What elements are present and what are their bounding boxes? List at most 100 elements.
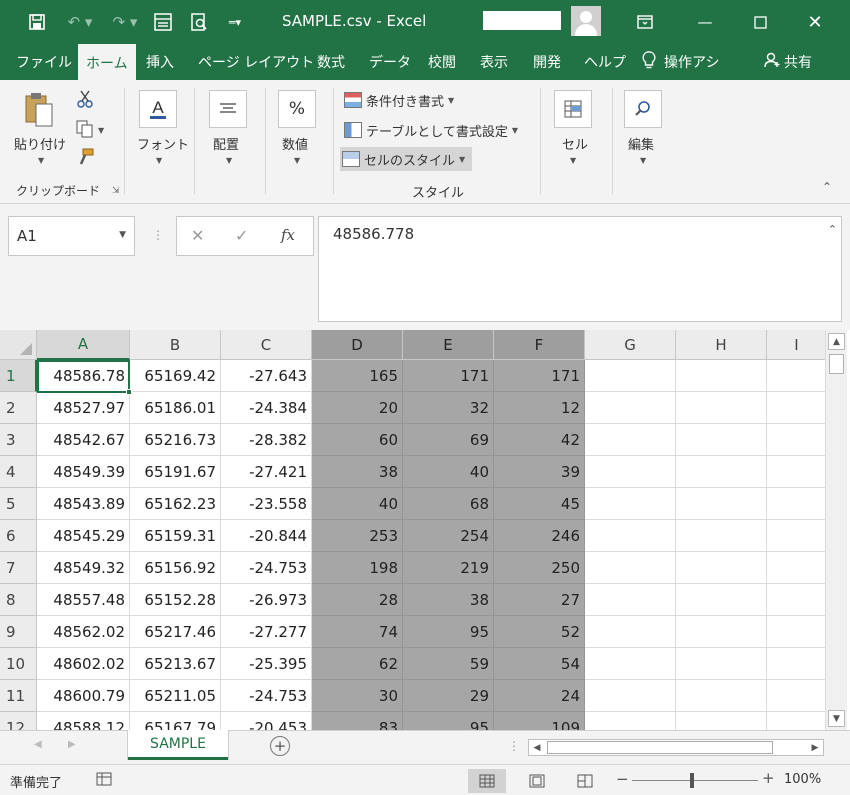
row-header[interactable]: 4 bbox=[0, 456, 37, 488]
grid-cell-i10[interactable] bbox=[767, 648, 827, 680]
grid-cell-c1[interactable]: -27.643 bbox=[221, 360, 312, 392]
grid-cell-f3[interactable]: 42 bbox=[494, 424, 585, 456]
grid-cell-a11[interactable]: 48600.79 bbox=[37, 680, 130, 712]
font-button[interactable]: A フォント ▼ bbox=[134, 88, 189, 178]
tab-data[interactable]: データ bbox=[361, 44, 419, 80]
grid-cell-d6[interactable]: 253 bbox=[312, 520, 403, 552]
grid-cell-f7[interactable]: 250 bbox=[494, 552, 585, 584]
grid-cell-i1[interactable] bbox=[767, 360, 827, 392]
scroll-down-icon[interactable]: ▼ bbox=[828, 710, 845, 727]
cancel-icon[interactable]: ✕ bbox=[191, 226, 204, 245]
grid-cell-h6[interactable] bbox=[676, 520, 767, 552]
grid-cell-e4[interactable]: 40 bbox=[403, 456, 494, 488]
grid-cell-h10[interactable] bbox=[676, 648, 767, 680]
scroll-up-icon[interactable]: ▲ bbox=[828, 333, 845, 350]
chevron-down-icon[interactable]: ▼ bbox=[119, 230, 126, 240]
grid-cell-g7[interactable] bbox=[585, 552, 676, 584]
column-header-d[interactable]: D bbox=[312, 330, 403, 360]
grid-cell-d1[interactable]: 165 bbox=[312, 360, 403, 392]
minimize-icon[interactable]: — bbox=[690, 8, 720, 36]
grid-cell-d3[interactable]: 60 bbox=[312, 424, 403, 456]
grid-cell-b6[interactable]: 65159.31 bbox=[130, 520, 221, 552]
grid-cell-d10[interactable]: 62 bbox=[312, 648, 403, 680]
column-header-e[interactable]: E bbox=[403, 330, 494, 360]
column-header-i[interactable]: I bbox=[767, 330, 827, 360]
grid-cell-g5[interactable] bbox=[585, 488, 676, 520]
column-header-h[interactable]: H bbox=[676, 330, 767, 360]
grid-cell-a7[interactable]: 48549.32 bbox=[37, 552, 130, 584]
grid-cell-c7[interactable]: -24.753 bbox=[221, 552, 312, 584]
grid-cell-a4[interactable]: 48549.39 bbox=[37, 456, 130, 488]
zoom-level[interactable]: 100% bbox=[784, 772, 821, 787]
grid-cell-h1[interactable] bbox=[676, 360, 767, 392]
tab-review[interactable]: 校閲 bbox=[420, 44, 464, 80]
grid-cell-c10[interactable]: -25.395 bbox=[221, 648, 312, 680]
grid-cell-d2[interactable]: 20 bbox=[312, 392, 403, 424]
grid-cell-f12[interactable]: 109 bbox=[494, 712, 585, 730]
collapse-ribbon-icon[interactable]: ⌃ bbox=[822, 180, 832, 194]
close-icon[interactable]: ✕ bbox=[800, 8, 830, 36]
grid-cell-e1[interactable]: 171 bbox=[403, 360, 494, 392]
grid-cell-g11[interactable] bbox=[585, 680, 676, 712]
grid-cell-f4[interactable]: 39 bbox=[494, 456, 585, 488]
save-icon[interactable] bbox=[22, 9, 52, 35]
scroll-left-icon[interactable]: ◀ bbox=[529, 740, 545, 755]
zoom-slider-thumb[interactable] bbox=[690, 773, 694, 788]
grid-cell-g2[interactable] bbox=[585, 392, 676, 424]
grid-cell-a2[interactable]: 48527.97 bbox=[37, 392, 130, 424]
grid-cell-i11[interactable] bbox=[767, 680, 827, 712]
vertical-scrollbar[interactable]: ▲ ▼ bbox=[825, 330, 847, 730]
row-header[interactable]: 6 bbox=[0, 520, 37, 552]
alignment-button[interactable]: 配置 ▼ bbox=[206, 88, 258, 178]
horizontal-scrollbar[interactable]: ◀ ▶ bbox=[528, 739, 824, 756]
grid-cell-c12[interactable]: -20.453 bbox=[221, 712, 312, 730]
grid-cell-a3[interactable]: 48542.67 bbox=[37, 424, 130, 456]
grid-cell-i4[interactable] bbox=[767, 456, 827, 488]
cut-icon[interactable] bbox=[76, 90, 96, 110]
grid-cell-a8[interactable]: 48557.48 bbox=[37, 584, 130, 616]
grid-cell-f5[interactable]: 45 bbox=[494, 488, 585, 520]
grid-cell-e7[interactable]: 219 bbox=[403, 552, 494, 584]
grid-cell-b3[interactable]: 65216.73 bbox=[130, 424, 221, 456]
horizontal-scroll-thumb[interactable] bbox=[547, 741, 773, 754]
grid-cell-e8[interactable]: 38 bbox=[403, 584, 494, 616]
paste-button[interactable]: 貼り付け ▼ bbox=[10, 88, 70, 174]
editing-button[interactable]: 編集 ▼ bbox=[622, 88, 672, 178]
zoom-out-icon[interactable]: − bbox=[616, 770, 629, 788]
grid-cell-i7[interactable] bbox=[767, 552, 827, 584]
grid-cell-a6[interactable]: 48545.29 bbox=[37, 520, 130, 552]
grid-cell-g6[interactable] bbox=[585, 520, 676, 552]
grid-cell-g10[interactable] bbox=[585, 648, 676, 680]
grid-cell-d8[interactable]: 28 bbox=[312, 584, 403, 616]
select-all-button[interactable] bbox=[0, 330, 37, 360]
row-header[interactable]: 7 bbox=[0, 552, 37, 584]
grid-cell-h4[interactable] bbox=[676, 456, 767, 488]
format-painter-icon[interactable] bbox=[76, 148, 96, 168]
grid-cell-d11[interactable]: 30 bbox=[312, 680, 403, 712]
zoom-in-icon[interactable]: + bbox=[762, 769, 775, 787]
grid-cell-i2[interactable] bbox=[767, 392, 827, 424]
grid-cell-i5[interactable] bbox=[767, 488, 827, 520]
grid-cell-i8[interactable] bbox=[767, 584, 827, 616]
grid-cell-d12[interactable]: 83 bbox=[312, 712, 403, 730]
tab-developer[interactable]: 開発 bbox=[525, 44, 569, 80]
grid-cell-b1[interactable]: 65169.42 bbox=[130, 360, 221, 392]
grid-cell-g9[interactable] bbox=[585, 616, 676, 648]
grid-cell-i9[interactable] bbox=[767, 616, 827, 648]
grid-cell-i12[interactable] bbox=[767, 712, 827, 730]
grid-cell-h9[interactable] bbox=[676, 616, 767, 648]
share-button[interactable]: 共有 bbox=[756, 44, 820, 80]
sheet-tab-sample[interactable]: SAMPLE bbox=[128, 730, 228, 760]
grid-cell-b5[interactable]: 65162.23 bbox=[130, 488, 221, 520]
tab-help[interactable]: ヘルプ bbox=[576, 44, 634, 80]
tab-formulas[interactable]: 数式 bbox=[309, 44, 353, 80]
account-name-box[interactable] bbox=[483, 11, 561, 30]
column-header-b[interactable]: B bbox=[130, 330, 221, 360]
sheet-next-icon[interactable]: ▶ bbox=[68, 739, 76, 750]
print-preview-icon[interactable] bbox=[186, 9, 212, 35]
grid-cell-b11[interactable]: 65211.05 bbox=[130, 680, 221, 712]
add-sheet-icon[interactable]: + bbox=[270, 736, 290, 756]
grid-cell-b9[interactable]: 65217.46 bbox=[130, 616, 221, 648]
row-header[interactable]: 10 bbox=[0, 648, 37, 680]
grid-cell-h7[interactable] bbox=[676, 552, 767, 584]
